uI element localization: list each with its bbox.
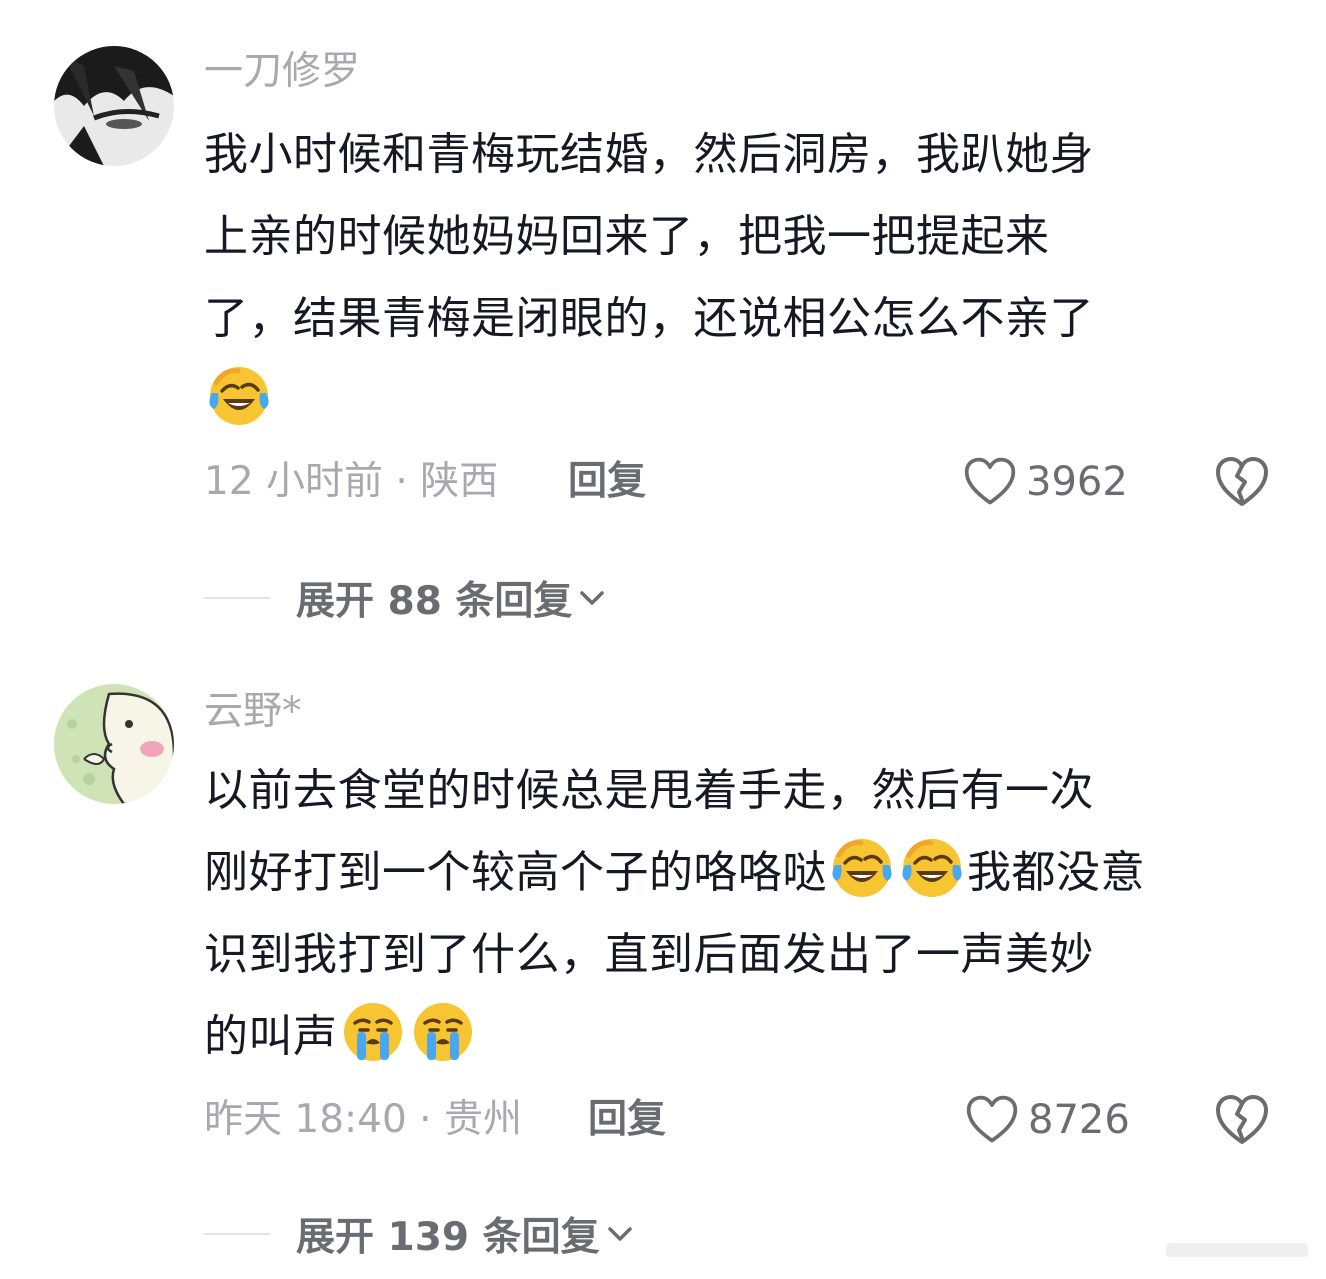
heart-icon [964,1092,1020,1148]
like-button[interactable]: 8726 [964,1090,1130,1150]
watermark-icon [1166,1243,1308,1257]
divider [204,1233,270,1235]
comment-line-segment: 的叫声 [204,1011,338,1062]
username[interactable]: 一刀修罗 [204,48,360,96]
divider [204,597,270,599]
laugh-cry-emoji-icon [899,835,965,901]
anime-character-avatar-icon [54,46,174,166]
comment-line: 了，结果青梅是闭眼的，还说相公怎么不亲了 [204,293,1094,344]
sob-emoji-icon [340,999,406,1065]
laugh-cry-emoji-icon [829,835,895,901]
time-location: 昨天 18:40 · 贵州 [204,1097,522,1142]
comment-line: 上亲的时候她妈妈回来了，把我一把提起来 [204,211,1050,262]
like-count: 3962 [1026,459,1128,505]
heart-icon [962,454,1018,510]
comment-text: 我小时候和青梅玩结婚，然后洞房，我趴她身 上亲的时候她妈妈回来了，把我一把提起来… [204,114,1284,442]
like-count: 8726 [1028,1097,1130,1143]
comment-line: 以前去食堂的时候总是甩着手走，然后有一次 [204,765,1094,816]
like-button[interactable]: 3962 [962,452,1128,512]
reply-button[interactable]: 回复 [568,452,646,512]
avatar[interactable] [54,46,174,166]
comment-line-segment: 我都没意 [967,847,1145,898]
chevron-down-icon [604,1218,636,1250]
username[interactable]: 云野* [204,688,302,736]
expand-replies-button[interactable]: 展开 88 条回复 [204,568,608,628]
comment-line-segment: 刚好打到一个较高个子的咯咯哒 [204,847,827,898]
sob-emoji-icon [410,999,476,1065]
cartoon-face-avatar-icon [54,684,174,804]
comment-line: 刚好打到一个较高个子的咯咯哒 我都没意 [204,832,1284,914]
time-location: 12 小时前 · 陕西 [204,459,499,504]
comment-line: 的叫声 [204,996,1284,1078]
expand-replies-label: 展开 139 条回复 [296,1215,600,1260]
comment-item: 云野* 以前去食堂的时候总是甩着手走，然后有一次 刚好打到一个较高个子的咯咯哒 我… [0,640,1326,1279]
reply-button[interactable]: 回复 [588,1090,666,1150]
comment-text: 以前去食堂的时候总是甩着手走，然后有一次 刚好打到一个较高个子的咯咯哒 我都没意 … [204,750,1284,1078]
expand-replies-button[interactable]: 展开 139 条回复 [204,1204,636,1264]
comment-line [204,360,1284,442]
laugh-cry-emoji-icon [206,363,272,429]
comment-item: 一刀修罗 我小时候和青梅玩结婚，然后洞房，我趴她身 上亲的时候她妈妈回来了，把我… [0,0,1326,640]
broken-heart-icon[interactable] [1214,1092,1270,1148]
chevron-down-icon [576,582,608,614]
comment-line: 我小时候和青梅玩结婚，然后洞房，我趴她身 [204,129,1094,180]
broken-heart-icon[interactable] [1214,454,1270,510]
comment-line: 识到我打到了什么，直到后面发出了一声美妙 [204,929,1094,980]
expand-replies-label: 展开 88 条回复 [296,579,573,624]
avatar[interactable] [54,684,174,804]
